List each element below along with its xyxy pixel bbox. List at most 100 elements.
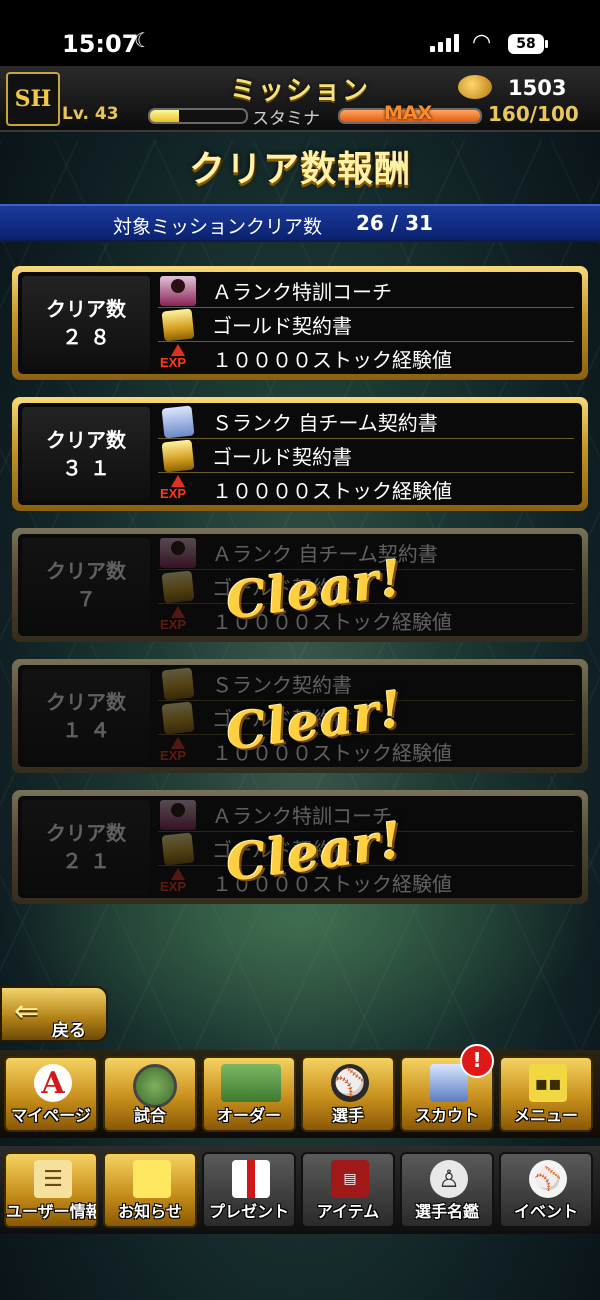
- scout-notification-badge: !: [460, 1044, 494, 1078]
- reward-item-name: Ａランク特訓コーチ: [212, 280, 392, 304]
- gold-contract-icon: [161, 439, 195, 472]
- nav-mypage[interactable]: A マイページ: [4, 1056, 98, 1132]
- gold-contract-icon: [161, 832, 195, 865]
- back-button[interactable]: ⇐ 戻る: [0, 986, 108, 1042]
- field-icon: [221, 1064, 281, 1102]
- notice-icon: [133, 1160, 171, 1198]
- nav-label: アイテム: [316, 1202, 380, 1221]
- nav-label: 選手: [331, 1106, 364, 1125]
- menu-icon: ▪▪: [529, 1064, 567, 1102]
- nav-label: 試合: [133, 1106, 166, 1125]
- threshold-count: １４: [62, 718, 118, 742]
- exp-icon: [160, 605, 196, 636]
- gold-contract-icon: [161, 570, 195, 603]
- nav-present[interactable]: プレゼント: [202, 1152, 296, 1228]
- item-icon: ▤: [331, 1160, 369, 1198]
- threshold-count: ２８: [62, 325, 118, 349]
- nav-label: スカウト: [414, 1106, 479, 1125]
- reward-item: Ｓランク 自チーム契約書: [158, 405, 574, 439]
- stamina-value: 160/100: [488, 102, 579, 126]
- reward-item-name: １００００ストック経験値: [212, 348, 452, 372]
- threshold-label: クリア数: [46, 821, 126, 845]
- reward-card[interactable]: クリア数 ３１ Ｓランク 自チーム契約書 ゴールド契約書 １００００ストック経験…: [12, 397, 588, 511]
- exp-icon: [160, 343, 196, 374]
- sub-nav: ☰ ユーザー情報 お知らせ プレゼント ▤ アイテム ♙ 選手名鑑 ⚾ イベント: [0, 1146, 600, 1234]
- event-icon: ⚾: [529, 1160, 567, 1198]
- main-nav: A マイページ 試合 オーダー ⚾ 選手 スカウト ▪▪ メニュー: [0, 1050, 600, 1138]
- exp-icon: [160, 867, 196, 898]
- coach-card-icon: [160, 799, 196, 830]
- gold-contract-icon: [161, 308, 195, 341]
- threshold-label: クリア数: [46, 428, 126, 452]
- gift-icon: [232, 1160, 270, 1198]
- nav-label: 選手名鑑: [414, 1202, 479, 1221]
- game-header: SH ミッション 1503 Lv. 43 スタミナ MAX 160/100: [0, 66, 600, 132]
- nav-menu[interactable]: ▪▪ メニュー: [499, 1056, 593, 1132]
- reward-item-name: Ｓランク 自チーム契約書: [212, 411, 438, 435]
- nav-notice[interactable]: お知らせ: [103, 1152, 197, 1228]
- reward-card-cleared[interactable]: クリア数 ７ Ａランク 自チーム契約書 ゴールド契約書 １００００ストック経験値…: [12, 528, 588, 642]
- threshold-label: クリア数: [46, 297, 126, 321]
- reward-item: ゴールド契約書: [158, 308, 574, 342]
- reward-card[interactable]: クリア数 ２８ Ａランク特訓コーチ ゴールド契約書 １００００ストック経験値: [12, 266, 588, 380]
- moon-icon: ☾: [134, 28, 152, 52]
- threshold-label: クリア数: [46, 559, 126, 583]
- nav-label: オーダー: [216, 1106, 281, 1125]
- nav-order[interactable]: オーダー: [202, 1056, 296, 1132]
- nav-player[interactable]: ⚾ 選手: [301, 1056, 395, 1132]
- reward-item: Ａランク特訓コーチ: [158, 274, 574, 308]
- threshold-count: ３１: [62, 456, 118, 480]
- nav-user-info[interactable]: ☰ ユーザー情報: [4, 1152, 98, 1228]
- coin-count: 1503: [508, 76, 567, 100]
- reward-item: ゴールド契約書: [158, 439, 574, 473]
- player-icon: ⚾: [331, 1064, 369, 1102]
- reward-threshold: クリア数 １４: [22, 669, 150, 763]
- status-time: 15:07: [62, 30, 139, 58]
- exp-bar: [148, 108, 248, 124]
- nav-label: お知らせ: [118, 1202, 182, 1221]
- nav-label: ユーザー情報: [6, 1202, 98, 1221]
- stamina-max-label: MAX: [384, 102, 433, 124]
- player-level: Lv. 43: [62, 104, 119, 124]
- nav-label: イベント: [513, 1202, 578, 1221]
- section-title: クリア数報酬: [188, 149, 411, 190]
- reward-threshold: クリア数 ２１: [22, 800, 150, 894]
- letter-a-icon: A: [34, 1064, 72, 1102]
- signal-icon: [430, 34, 459, 52]
- exp-fill: [150, 110, 179, 122]
- reward-item-name: ゴールド契約書: [212, 445, 352, 469]
- reward-item-name: ゴールド契約書: [212, 314, 352, 338]
- nav-game[interactable]: 試合: [103, 1056, 197, 1132]
- reward-threshold: クリア数 ７: [22, 538, 150, 632]
- reward-card-cleared[interactable]: クリア数 １４ Ｓランク契約書 ゴールド契約書 １００００ストック経験値 Cle…: [12, 659, 588, 773]
- reward-threshold: クリア数 ２８: [22, 276, 150, 370]
- mission-count-label: 対象ミッションクリア数: [113, 216, 323, 238]
- reward-item-name: １００００ストック経験値: [212, 479, 452, 503]
- nav-event[interactable]: ⚾ イベント: [499, 1152, 593, 1228]
- exp-icon: [160, 474, 196, 505]
- status-bar: 15:07 ☾ ◠ 58: [0, 0, 600, 66]
- mission-count-bar: 対象ミッションクリア数 26 / 31: [0, 204, 600, 242]
- nav-item[interactable]: ▤ アイテム: [301, 1152, 395, 1228]
- back-button-label: 戻る: [52, 1021, 86, 1041]
- reward-card-cleared[interactable]: クリア数 ２１ Ａランク特訓コーチ ゴールド契約書 １００００ストック経験値 C…: [12, 790, 588, 904]
- reward-item: １００００ストック経験値: [158, 473, 574, 506]
- threshold-label: クリア数: [46, 690, 126, 714]
- coach-card-icon: [160, 275, 196, 306]
- stamina-label: スタミナ: [252, 109, 320, 129]
- reward-threshold: クリア数 ３１: [22, 407, 150, 501]
- player-book-icon: ♙: [430, 1160, 468, 1198]
- back-arrow-icon: ⇐: [14, 994, 40, 1029]
- team-contract-icon: [161, 405, 195, 438]
- exp-icon: [160, 736, 196, 767]
- nav-label: プレゼント: [208, 1202, 289, 1221]
- gold-contract-icon: [161, 667, 195, 700]
- threshold-count: ２１: [62, 849, 118, 873]
- mission-count-value: 26 / 31: [356, 211, 433, 235]
- wifi-icon: ◠: [472, 30, 492, 55]
- coin-icon: [458, 75, 492, 99]
- reward-item: １００００ストック経験値: [158, 342, 574, 375]
- battery-icon: 58: [508, 34, 548, 54]
- nav-player-book[interactable]: ♙ 選手名鑑: [400, 1152, 494, 1228]
- nav-label: マイページ: [11, 1106, 91, 1125]
